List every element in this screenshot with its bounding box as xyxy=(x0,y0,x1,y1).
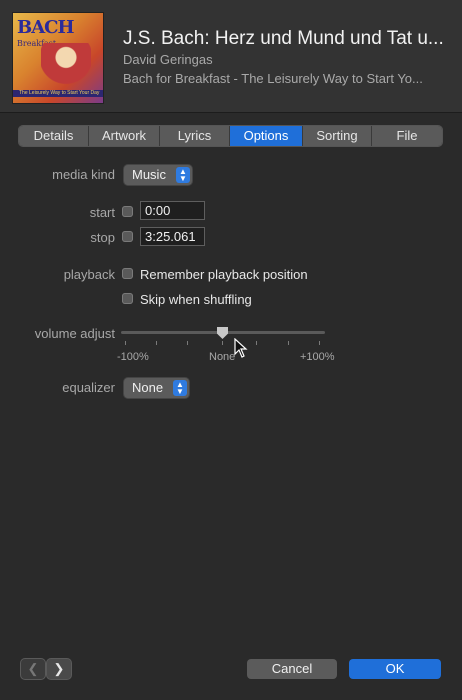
volume-min-label: -100% xyxy=(117,351,149,363)
stop-time-field[interactable]: 3:25.061 xyxy=(140,227,205,246)
start-checkbox[interactable] xyxy=(122,206,133,217)
track-artist: David Geringas xyxy=(123,52,213,67)
tab-details[interactable]: Details xyxy=(19,126,89,146)
stop-label: stop xyxy=(90,230,115,245)
chevron-left-icon: ❮ xyxy=(27,661,39,676)
playback-label: playback xyxy=(63,267,115,282)
track-album: Bach for Breakfast - The Leisurely Way t… xyxy=(123,71,423,86)
remember-position-checkbox[interactable] xyxy=(122,268,133,279)
start-time-field[interactable]: 0:00 xyxy=(140,201,205,220)
volume-tick xyxy=(156,341,157,345)
tab-sorting[interactable]: Sorting xyxy=(303,126,372,146)
track-header: BACH Breakfast The Leisurely Way to Star… xyxy=(0,0,462,113)
start-label: start xyxy=(89,205,115,220)
media-kind-label: media kind xyxy=(52,167,115,182)
remember-position-label[interactable]: Remember playback position xyxy=(140,267,308,282)
artwork-figure xyxy=(41,43,91,91)
cancel-button[interactable]: Cancel xyxy=(247,659,337,679)
volume-max-label: +100% xyxy=(300,351,335,363)
media-kind-select[interactable]: Music ▲ ▼ xyxy=(124,165,192,185)
equalizer-select[interactable]: None ▲ ▼ xyxy=(124,378,189,398)
volume-slider-thumb[interactable] xyxy=(217,327,228,339)
volume-tick xyxy=(256,341,257,345)
volume-tick xyxy=(288,341,289,345)
skip-shuffling-label[interactable]: Skip when shuffling xyxy=(140,292,252,307)
tab-artwork[interactable]: Artwork xyxy=(89,126,160,146)
previous-track-button[interactable]: ❮ xyxy=(21,659,45,679)
tab-file[interactable]: File xyxy=(372,126,442,146)
equalizer-label: equalizer xyxy=(62,380,115,395)
tab-bar: Details Artwork Lyrics Options Sorting F… xyxy=(19,126,442,146)
skip-shuffling-checkbox[interactable] xyxy=(122,293,133,304)
volume-tick xyxy=(187,341,188,345)
volume-adjust-label: volume adjust xyxy=(34,326,115,341)
media-kind-value: Music xyxy=(132,167,166,182)
track-title: J.S. Bach: Herz und Mund und Tat u... xyxy=(123,28,444,49)
volume-tick xyxy=(319,341,320,345)
stop-checkbox[interactable] xyxy=(122,231,133,242)
artwork-strip-text: The Leisurely Way to Start Your Day xyxy=(19,90,100,96)
chevron-right-icon: ❯ xyxy=(53,661,65,676)
mouse-cursor-icon xyxy=(234,338,248,358)
album-artwork[interactable]: BACH Breakfast The Leisurely Way to Star… xyxy=(13,13,103,103)
volume-mid-label: None xyxy=(209,351,236,363)
volume-tick xyxy=(125,341,126,345)
equalizer-value: None xyxy=(132,380,164,395)
ok-button[interactable]: OK xyxy=(349,659,441,679)
volume-tick xyxy=(222,341,223,345)
tab-options[interactable]: Options xyxy=(230,126,303,146)
tab-lyrics[interactable]: Lyrics xyxy=(160,126,230,146)
artwork-title-text: BACH xyxy=(17,17,75,38)
chevron-up-down-icon: ▲ ▼ xyxy=(176,167,190,183)
chevron-up-down-icon: ▲ ▼ xyxy=(173,380,187,396)
next-track-button[interactable]: ❯ xyxy=(47,659,71,679)
